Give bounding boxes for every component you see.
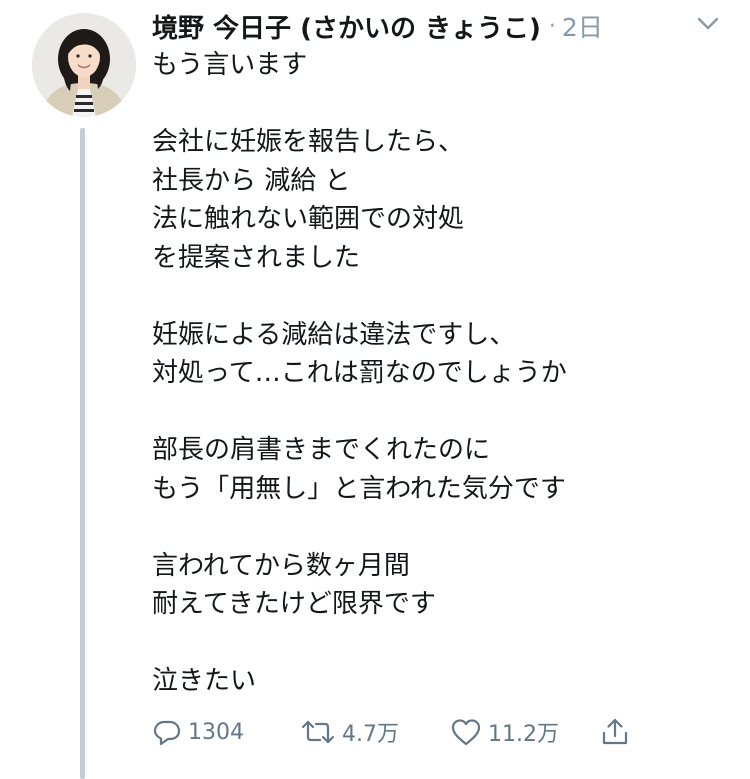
header-separator: · <box>548 13 556 39</box>
tweet-text-line: 対処って…これは罰なのでしょうか <box>152 358 567 388</box>
retweet-button[interactable]: 4.7万 <box>300 710 399 754</box>
chevron-down-icon <box>697 17 719 30</box>
tweet-text-line: 妊娠による減給は違法ですし、 <box>152 319 516 350</box>
retweet-icon <box>301 720 335 744</box>
retweet-count: 4.7万 <box>342 722 399 747</box>
tweet-actions: 1304 4.7万 11.2万 <box>152 710 652 754</box>
tweet-text-line <box>152 508 732 547</box>
tweet-text-line: もう「用無し」と言われた気分です <box>152 473 566 504</box>
tweet-text-line: を提案されました <box>152 242 361 273</box>
like-button[interactable]: 11.2万 <box>450 710 559 754</box>
avatar[interactable] <box>32 13 136 117</box>
display-name[interactable]: 境野 今日子 (さかいの きょうこ) <box>152 8 541 45</box>
tweet-text-line <box>152 85 732 124</box>
share-icon <box>602 718 628 745</box>
tweet-text-line: 会社に妊娠を報告したら、 <box>152 127 465 157</box>
tweet-text-line: 社長から 減給 と <box>152 165 351 196</box>
tweet-text-line: 部長の肩書きまでくれたのに <box>152 435 491 465</box>
reply-icon <box>153 720 181 746</box>
tweet-text-line: 法に触れない範囲での対処 <box>152 204 465 234</box>
tweet-text-line: もう言います <box>152 50 308 80</box>
tweet-text: もう言います 会社に妊娠を報告したら、 社長から 減給 と 法に触れない範囲での… <box>152 46 732 701</box>
thread-line <box>80 128 85 779</box>
tweet-header: 境野 今日子 (さかいの きょうこ) · 2日 <box>152 6 603 46</box>
tweet-text-line: 耐えてきたけど限界です <box>152 589 436 619</box>
share-button[interactable] <box>600 710 630 754</box>
tweet-menu-button[interactable] <box>694 10 722 38</box>
reply-button[interactable]: 1304 <box>152 710 244 754</box>
timestamp[interactable]: 2日 <box>562 8 603 44</box>
tweet-text-line: 言われてから数ヶ月間 <box>152 550 410 581</box>
user-avatar-photo <box>32 13 136 117</box>
heart-icon <box>451 719 481 746</box>
like-count: 11.2万 <box>488 722 559 747</box>
tweet-text-line: 泣きたい <box>152 666 257 696</box>
tweet[interactable]: 境野 今日子 (さかいの きょうこ) · 2日 もう言います 会社に妊娠を報告し… <box>0 0 750 779</box>
tweet-text-line <box>152 277 732 316</box>
reply-count: 1304 <box>188 719 244 745</box>
tweet-text-line <box>152 624 732 663</box>
tweet-text-line <box>152 393 732 432</box>
